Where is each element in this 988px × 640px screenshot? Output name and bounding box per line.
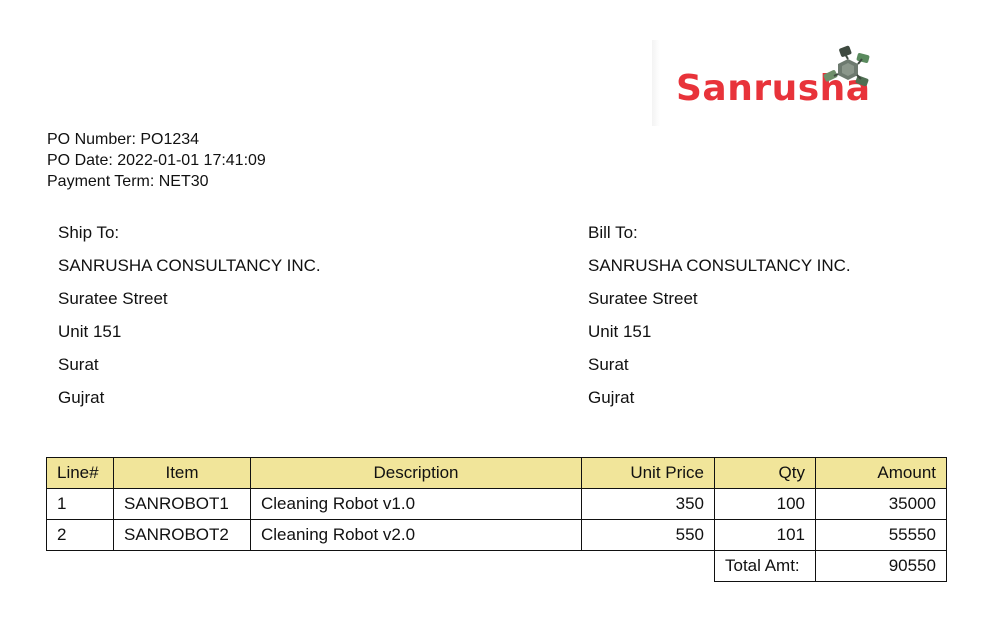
table-row: 1 SANROBOT1 Cleaning Robot v1.0 350 100 … — [46, 488, 947, 520]
bill-to-line: SANRUSHA CONSULTANCY INC. — [588, 256, 851, 275]
cell-item: SANROBOT2 — [113, 519, 251, 551]
ship-to-line: Surat — [58, 355, 99, 374]
column-header-description: Description — [250, 457, 582, 489]
column-header-unit-price: Unit Price — [581, 457, 715, 489]
bill-to-heading: Bill To: — [588, 223, 638, 242]
ship-to-heading: Ship To: — [58, 223, 120, 242]
po-date: PO Date: 2022-01-01 17:41:09 — [47, 152, 266, 169]
bill-to-line: Unit 151 — [588, 322, 652, 341]
cell-qty: 101 — [714, 519, 816, 551]
bill-to-line: Gujrat — [588, 388, 635, 407]
logo-edge-shadow — [652, 40, 660, 126]
ship-to-line: Unit 151 — [58, 322, 122, 341]
total-row: Total Amt: 90550 — [47, 550, 947, 582]
ship-to-line: Gujrat — [58, 388, 105, 407]
total-amount-value: 90550 — [815, 550, 947, 582]
ship-to-line: SANRUSHA CONSULTANCY INC. — [58, 256, 321, 275]
cell-line: 1 — [46, 488, 114, 520]
table-row: 2 SANROBOT2 Cleaning Robot v2.0 550 101 … — [46, 519, 947, 551]
total-amount-label: Total Amt: — [714, 550, 816, 582]
table-header-row: Line# Item Description Unit Price Qty Am… — [46, 457, 947, 489]
cell-item: SANROBOT1 — [113, 488, 251, 520]
cell-description: Cleaning Robot v1.0 — [250, 488, 582, 520]
bill-to-address: Bill To: SANRUSHA CONSULTANCY INC. Surat… — [588, 222, 851, 420]
cell-line: 2 — [46, 519, 114, 551]
total-row-spacer — [47, 551, 715, 582]
column-header-qty: Qty — [714, 457, 816, 489]
po-details: PO Number: PO1234 PO Date: 2022-01-01 17… — [47, 129, 266, 192]
company-logo: Sanrusha — [652, 40, 882, 126]
column-header-line: Line# — [46, 457, 114, 489]
column-header-item: Item — [113, 457, 251, 489]
cell-unit-price: 350 — [581, 488, 715, 520]
ship-to-line: Suratee Street — [58, 289, 168, 308]
column-header-amount: Amount — [815, 457, 947, 489]
ship-to-address: Ship To: SANRUSHA CONSULTANCY INC. Surat… — [58, 222, 321, 420]
po-number: PO Number: PO1234 — [47, 131, 200, 148]
cell-amount: 35000 — [815, 488, 947, 520]
cell-description: Cleaning Robot v2.0 — [250, 519, 582, 551]
cell-qty: 100 — [714, 488, 816, 520]
cell-amount: 55550 — [815, 519, 947, 551]
payment-term: Payment Term: NET30 — [47, 173, 209, 190]
bill-to-line: Suratee Street — [588, 289, 698, 308]
cell-unit-price: 550 — [581, 519, 715, 551]
robot-icon — [823, 45, 870, 87]
line-items-table: Line# Item Description Unit Price Qty Am… — [46, 457, 947, 582]
bill-to-line: Surat — [588, 355, 629, 374]
